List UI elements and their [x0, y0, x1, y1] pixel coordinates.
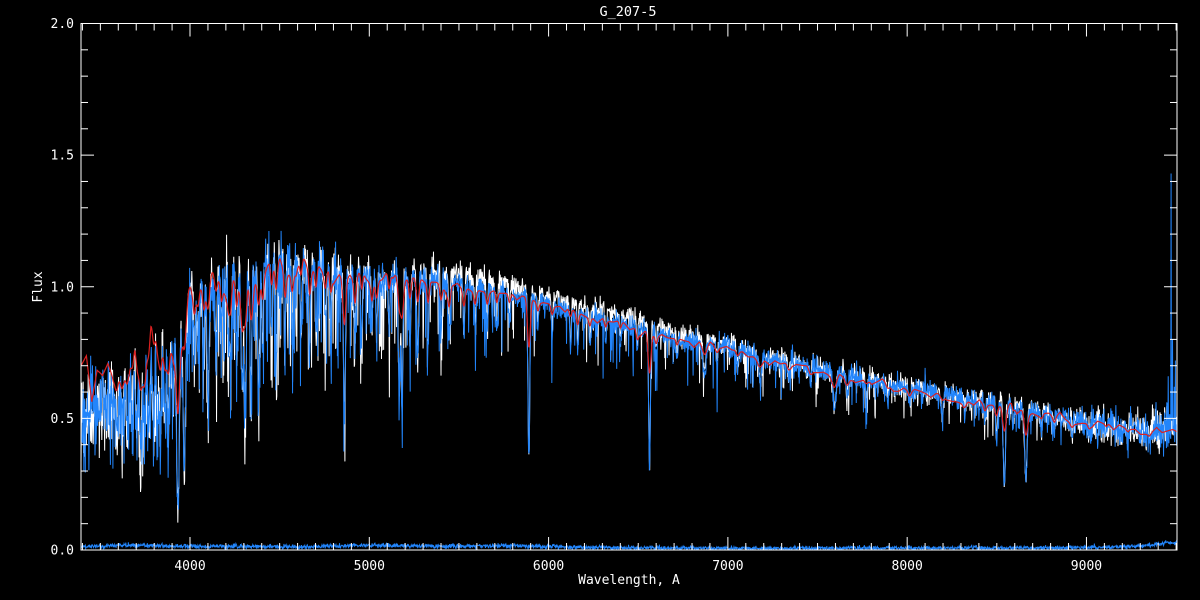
y-tick-label: 0.5 [51, 412, 74, 427]
x-tick-label: 7000 [712, 559, 743, 574]
x-tick-label: 9000 [1071, 559, 1102, 574]
x-tick-label: 8000 [892, 559, 923, 574]
plot-window: 4000 5000 6000 7000 8000 9000 0.0 0.5 1.0 1.5 2.0 … [0, 0, 1200, 600]
x-tick-label: 4000 [174, 559, 205, 574]
y-tick-label: 1.5 [51, 149, 74, 164]
y-axis-label: Flux [31, 271, 46, 302]
spectrum-chart: 4000 5000 6000 7000 8000 90000.00.51.01.52.0 … [0, 0, 1200, 600]
x-tick-label: 6000 [533, 559, 564, 574]
y-tick-label: 1.0 [51, 280, 74, 295]
x-tick-label: 5000 [354, 559, 385, 574]
y-tick-label: 0.0 [51, 544, 74, 559]
y-tick-label: 2.0 [51, 17, 74, 32]
chart-title: G_207-5 [600, 4, 657, 20]
x-axis-label: Wavelength, A [578, 573, 680, 588]
